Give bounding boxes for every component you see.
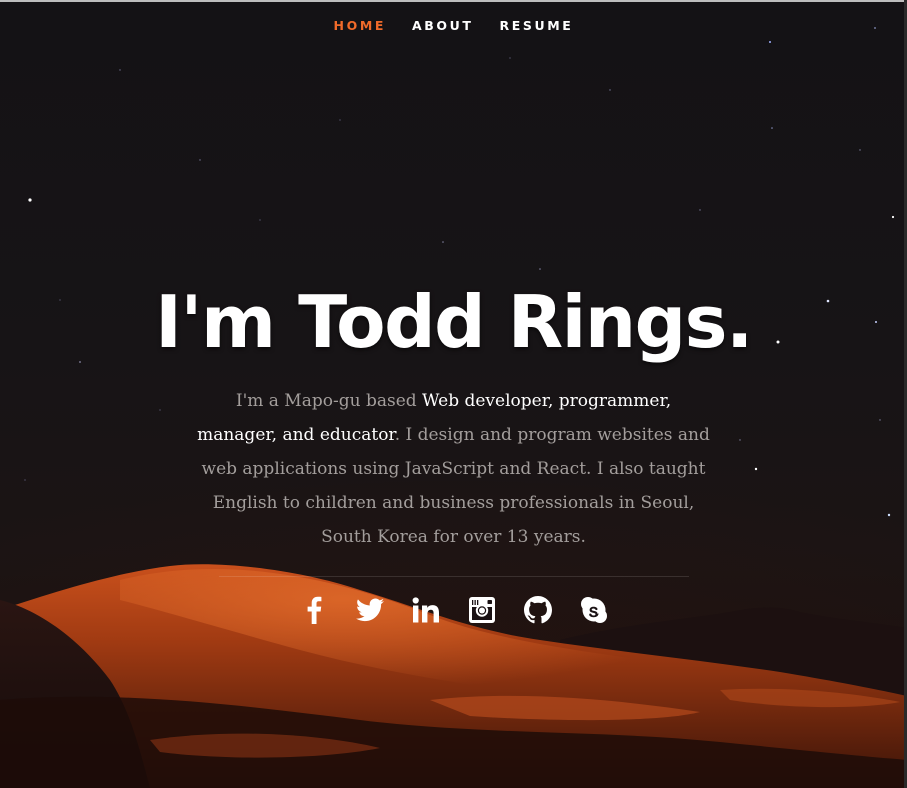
- nav-link-about[interactable]: ABOUT: [412, 18, 474, 33]
- main-nav: HOME ABOUT RESUME: [0, 18, 907, 33]
- hero-title: I'm Todd Rings.: [155, 280, 753, 364]
- social-links: [0, 593, 907, 627]
- hero-bio: I'm a Mapo-gu based Web developer, progr…: [194, 384, 714, 554]
- nav-link-home[interactable]: HOME: [334, 18, 386, 33]
- github-link[interactable]: [521, 593, 555, 627]
- window-top-border: [0, 0, 907, 2]
- bio-intro: I'm a Mapo-gu based: [235, 391, 423, 411]
- linkedin-icon: [412, 597, 439, 623]
- facebook-icon: [307, 596, 321, 624]
- github-icon: [523, 596, 552, 624]
- twitter-link[interactable]: [353, 593, 387, 627]
- hero-divider: [218, 576, 689, 577]
- instagram-link[interactable]: [465, 593, 499, 627]
- skype-icon: [580, 597, 607, 623]
- facebook-link[interactable]: [297, 593, 331, 627]
- hero-section: I'm Todd Rings. I'm a Mapo-gu based Web …: [0, 276, 907, 627]
- nav-link-resume[interactable]: RESUME: [500, 18, 574, 33]
- skype-link[interactable]: [577, 593, 611, 627]
- instagram-icon: [468, 597, 495, 623]
- page: HOME ABOUT RESUME I'm Todd Rings. I'm a …: [0, 0, 907, 788]
- linkedin-link[interactable]: [409, 593, 443, 627]
- twitter-icon: [355, 598, 384, 622]
